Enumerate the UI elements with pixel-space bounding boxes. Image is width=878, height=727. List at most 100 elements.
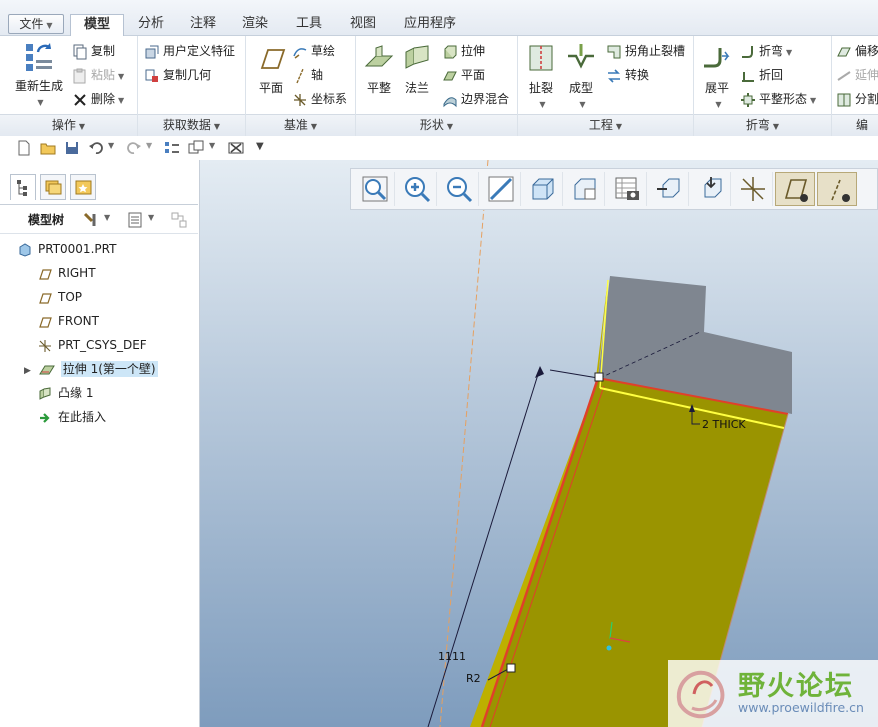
regenerate-button[interactable]: 重新生成▼ (12, 40, 66, 108)
tab-model[interactable]: 模型 (70, 14, 124, 37)
datum-plane-icon (39, 268, 52, 280)
plane-display-button[interactable] (775, 172, 815, 206)
refit-button[interactable] (355, 172, 395, 206)
flat-pattern-button[interactable]: 平整形态 ▼ (740, 88, 816, 110)
paste-button[interactable]: 粘贴 ▼ (72, 64, 124, 86)
flange-wall-button[interactable]: 法兰 (398, 42, 436, 96)
watermark: 野火论坛 www.proewildfire.cn (668, 660, 878, 727)
drag-handle[interactable] (594, 372, 604, 382)
show-options-icon[interactable] (126, 211, 144, 229)
open-folder-icon[interactable] (40, 140, 56, 156)
tab-analysis[interactable]: 分析 (128, 14, 174, 36)
extend-icon (837, 70, 851, 81)
user-defined-feature-button[interactable]: 用户定义特征 (144, 40, 235, 62)
tree-item-extrude-1[interactable]: ▶ 拉伸 1(第一个壁) (24, 358, 158, 380)
tree-title: 模型树 (28, 213, 65, 227)
tree-item-part[interactable]: PRT0001.PRT (18, 238, 116, 260)
expand-arrow-icon[interactable]: ▶ (24, 366, 31, 376)
split-button[interactable]: 分割 (836, 88, 878, 110)
thickness-label[interactable]: 2 THICK (702, 418, 746, 431)
show-options-dropdown[interactable]: ▼ (148, 213, 154, 222)
group-shapes-footer[interactable]: 形状 ▼ (356, 114, 517, 136)
watermark-url: www.proewildfire.cn (738, 700, 864, 715)
tab-favorites[interactable] (70, 174, 96, 200)
new-file-icon[interactable] (16, 140, 32, 156)
redo-dropdown[interactable]: ▼ (146, 141, 152, 150)
copy-geometry-button[interactable]: 复制几何 (144, 64, 211, 86)
datum-axis-button[interactable]: 轴 (292, 64, 323, 86)
model-geometry (427, 160, 792, 727)
extrude-button[interactable]: 拉伸 (442, 40, 485, 62)
tab-tools[interactable]: 工具 (286, 14, 332, 36)
spin-center-button[interactable] (691, 172, 731, 206)
group-editing: 偏移 延伸 分割 编辑 (832, 36, 878, 136)
tab-view[interactable]: 视图 (340, 14, 386, 36)
close-window-icon[interactable] (228, 140, 244, 156)
unbend-button[interactable]: 展平 ▼ (698, 42, 736, 110)
group-bend-footer[interactable]: 折弯 ▼ (694, 114, 831, 136)
group-operations-footer[interactable]: 操作 ▼ (0, 114, 137, 136)
tab-file[interactable]: 文件 ▼ (8, 14, 64, 34)
group-engineering-footer[interactable]: 工程 ▼ (518, 114, 693, 136)
zoom-in-button[interactable] (397, 172, 437, 206)
group-editing-footer[interactable]: 编辑 (832, 114, 878, 136)
zoom-out-button[interactable] (439, 172, 479, 206)
tab-render[interactable]: 渲染 (232, 14, 278, 36)
undo-dropdown[interactable]: ▼ (108, 141, 114, 150)
windows-dropdown[interactable]: ▼ (209, 141, 215, 150)
boundary-blend-button[interactable]: 边界混合 (442, 88, 509, 110)
plane-display-icon (784, 179, 808, 202)
form-button[interactable]: 成型 ▼ (562, 42, 600, 110)
view-manager-button[interactable] (607, 172, 647, 206)
bend-button[interactable]: 折弯 ▼ (740, 40, 792, 62)
length-dimension-label[interactable]: 1111 (438, 650, 466, 663)
save-icon[interactable] (64, 140, 80, 156)
windows-icon[interactable] (188, 140, 204, 156)
graphics-viewport[interactable]: 2 THICK 1111 R2 (200, 160, 878, 727)
quick-access-toolbar: ▼ ▼ ▼ ▼ (0, 136, 878, 160)
tree-item-flange-1[interactable]: 凸缘 1 (38, 382, 93, 404)
display-style-button[interactable] (523, 172, 563, 206)
convert-button[interactable]: 转换 (606, 64, 649, 86)
customize-toolbar-dropdown[interactable]: ▼ (256, 141, 264, 152)
rip-button[interactable]: 扯裂 ▼ (524, 42, 558, 110)
csys-marker-origin (606, 645, 612, 651)
tree-item-csys[interactable]: PRT_CSYS_DEF (38, 334, 147, 356)
tree-item-top[interactable]: TOP (38, 286, 82, 308)
datum-plane-button[interactable]: 平面 (250, 42, 292, 96)
tree-item-right[interactable]: RIGHT (38, 262, 96, 284)
corner-relief-button[interactable]: 拐角止裂槽 (606, 40, 685, 62)
favorites-icon (75, 180, 92, 195)
axis-display-button[interactable] (817, 172, 857, 206)
redo-icon[interactable] (126, 140, 142, 156)
delete-button[interactable]: 删除 ▼ (72, 88, 124, 110)
repaint-button[interactable] (481, 172, 521, 206)
offset-icon (837, 47, 851, 56)
tab-annotate[interactable]: 注释 (180, 14, 226, 36)
regenerate-small-icon[interactable] (164, 140, 180, 156)
flat-wall-button[interactable]: 平整 (360, 42, 398, 96)
radius-dimension-label[interactable]: R2 (466, 672, 481, 685)
copy-button[interactable]: 复制 (72, 40, 115, 62)
group-get-data-footer[interactable]: 获取数据 ▼ (138, 114, 245, 136)
datum-display-button[interactable] (733, 172, 773, 206)
sketch-button[interactable]: 草绘 (292, 40, 335, 62)
bend-back-button[interactable]: 折回 (740, 64, 783, 86)
tree-settings-icon[interactable] (82, 211, 100, 229)
tree-settings-dropdown[interactable]: ▼ (104, 213, 110, 222)
tab-folder-browser[interactable] (40, 174, 66, 200)
filter-icon[interactable] (170, 211, 188, 229)
radius-handle[interactable] (506, 663, 516, 673)
coordinate-system-button[interactable]: 坐标系 (292, 88, 347, 110)
extend-button[interactable]: 延伸 (836, 64, 878, 86)
planar-button[interactable]: 平面 (442, 64, 485, 86)
tab-model-tree[interactable] (10, 174, 36, 200)
group-datum-footer[interactable]: 基准 ▼ (246, 114, 355, 136)
perspective-view-button[interactable] (649, 172, 689, 206)
saved-orientations-button[interactable] (565, 172, 605, 206)
tab-applications[interactable]: 应用程序 (394, 14, 466, 36)
tree-item-insert-here[interactable]: 在此插入 (38, 406, 106, 428)
offset-button[interactable]: 偏移 (836, 40, 878, 62)
tree-item-front[interactable]: FRONT (38, 310, 99, 332)
undo-icon[interactable] (88, 140, 104, 156)
